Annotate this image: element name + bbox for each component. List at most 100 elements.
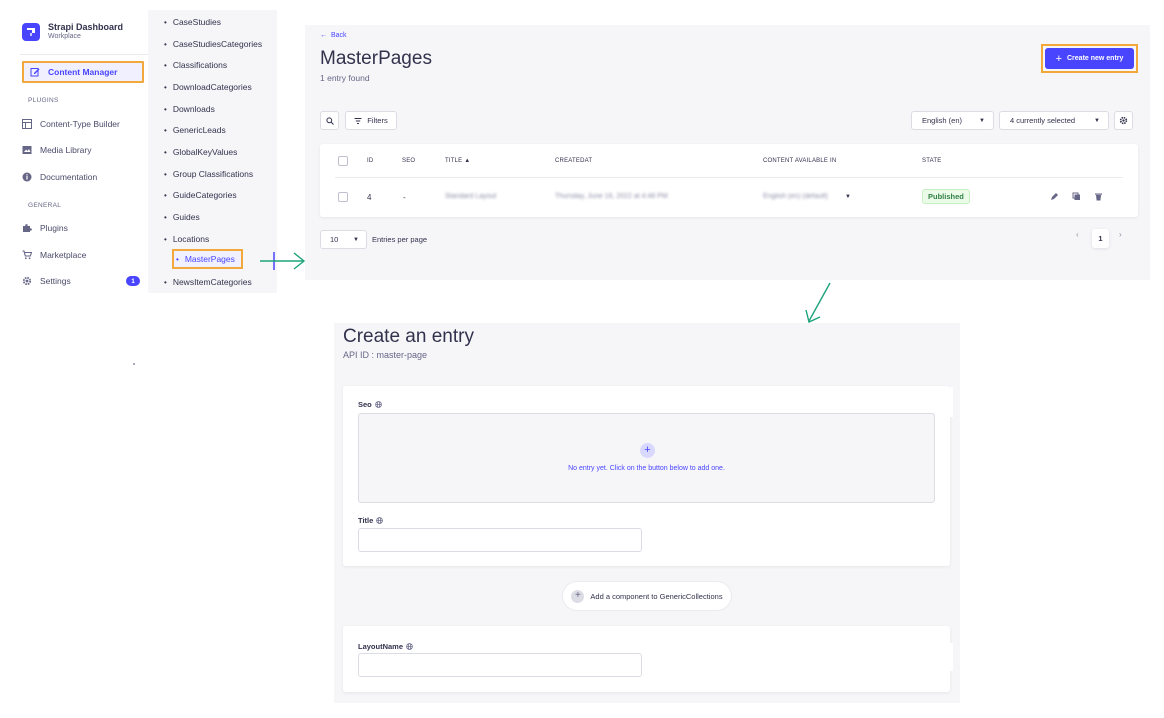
- duplicate-icon[interactable]: [1072, 192, 1081, 201]
- collection-item-casestudiescategories[interactable]: CaseStudiesCategories: [164, 36, 262, 52]
- search-button[interactable]: [320, 111, 339, 130]
- sidebar-item-content-type-builder[interactable]: Content-Type Builder: [22, 113, 144, 135]
- brand-name: Strapi Dashboard: [48, 22, 124, 32]
- sidebar-item-documentation[interactable]: Documentation: [22, 166, 144, 188]
- table-header-row: ID SEO TITLE ▲ CREATEDAT CONTENT AVAILAB…: [335, 144, 1123, 178]
- seo-component-empty-state: + No entry yet. Click on the button belo…: [358, 413, 935, 503]
- collection-item-casestudies[interactable]: CaseStudies: [164, 14, 221, 30]
- collection-item-group-classifications[interactable]: Group Classifications: [164, 166, 253, 182]
- image-icon: [22, 145, 32, 155]
- layout-name-field-label: LayoutName: [358, 642, 413, 651]
- layout-name-card: LayoutName: [343, 626, 950, 692]
- collection-item-locations[interactable]: Locations: [164, 231, 209, 247]
- pen-document-icon: [30, 67, 40, 77]
- brand-workspace: Workplace: [48, 33, 81, 40]
- create-button-label: Create new entry: [1067, 55, 1124, 62]
- entries-per-page-select[interactable]: 10 ▼: [320, 230, 367, 249]
- sidebar-item-label: Settings: [40, 276, 71, 286]
- columns-select[interactable]: 4 currently selected ▼: [999, 111, 1109, 130]
- globe-icon: [374, 401, 382, 408]
- sidebar-item-plugins[interactable]: Plugins: [22, 217, 144, 239]
- right-edge-mark: [950, 643, 953, 671]
- status-badge: Published: [922, 189, 970, 204]
- sidebar-divider: [20, 54, 148, 55]
- layout-name-input[interactable]: [358, 653, 642, 677]
- right-edge-mark: [950, 387, 953, 417]
- entry-count: 1 entry found: [320, 73, 370, 83]
- next-page-button[interactable]: ›: [1119, 230, 1122, 239]
- layout-icon: [22, 119, 32, 129]
- header-title[interactable]: TITLE ▲: [445, 158, 470, 164]
- header-createdat[interactable]: CREATEDAT: [555, 158, 592, 164]
- sidebar-item-label: Marketplace: [40, 250, 87, 260]
- caret-down-icon: ▼: [1094, 117, 1100, 124]
- main-sidebar: Strapi Dashboard Workplace Content Manag…: [10, 10, 148, 295]
- per-page-value: 10: [330, 235, 339, 244]
- layout-label-text: LayoutName: [358, 642, 404, 651]
- row-id: 4: [367, 193, 372, 202]
- page-title: MasterPages: [320, 48, 432, 69]
- columns-value: 4 currently selected: [1010, 116, 1076, 125]
- entries-table: ID SEO TITLE ▲ CREATEDAT CONTENT AVAILAB…: [320, 144, 1138, 217]
- trash-icon[interactable]: [1094, 192, 1103, 201]
- seo-title-card: Seo + No entry yet. Click on the button …: [343, 386, 950, 566]
- list-settings-button[interactable]: [1114, 111, 1133, 130]
- title-field-label: Title: [358, 516, 384, 525]
- title-input[interactable]: [358, 528, 642, 552]
- add-seo-button[interactable]: +: [640, 443, 655, 458]
- sidebar-item-label: Plugins: [40, 223, 68, 233]
- filter-icon: [354, 117, 362, 124]
- create-new-entry-button[interactable]: + Create new entry: [1045, 48, 1134, 69]
- row-content-available: English (en) (default): [763, 193, 828, 200]
- info-icon: [22, 172, 32, 182]
- plus-icon: +: [571, 589, 585, 603]
- sidebar-item-label: Documentation: [40, 172, 98, 182]
- edit-icon[interactable]: [1050, 192, 1059, 201]
- collection-item-guidecategories[interactable]: GuideCategories: [164, 187, 237, 203]
- collection-item-masterpages[interactable]: MasterPages: [172, 249, 243, 269]
- gear-icon: [22, 276, 32, 286]
- sidebar-item-label: Content Manager: [48, 67, 118, 77]
- select-all-checkbox[interactable]: [338, 156, 348, 166]
- collection-item-globalkeyvalues[interactable]: GlobalKeyValues: [164, 144, 238, 160]
- sidebar-item-content-manager[interactable]: Content Manager: [22, 61, 144, 83]
- collection-item-classifications[interactable]: Classifications: [164, 57, 227, 73]
- empty-state-text: No entry yet. Click on the button below …: [568, 465, 725, 472]
- locale-select[interactable]: English (en) ▼: [911, 111, 994, 130]
- current-page-button[interactable]: 1: [1092, 229, 1109, 248]
- add-component-button[interactable]: + Add a component to GenericCollections: [562, 581, 732, 611]
- back-label: Back: [331, 32, 347, 39]
- collection-item-guides[interactable]: Guides: [164, 209, 200, 225]
- masterpages-list-view: ← Back MasterPages 1 entry found + Creat…: [305, 25, 1150, 280]
- filters-button[interactable]: Filters: [345, 111, 397, 130]
- sidebar-item-media-library[interactable]: Media Library: [22, 139, 144, 161]
- seo-label-text: Seo: [358, 400, 372, 409]
- settings-badge: 1: [126, 276, 140, 286]
- header-id[interactable]: ID: [367, 158, 373, 164]
- previous-page-button[interactable]: ‹: [1076, 230, 1079, 239]
- seo-field-label: Seo: [358, 400, 382, 409]
- sidebar-item-marketplace[interactable]: Marketplace: [22, 244, 144, 266]
- create-entry-title: Create an entry: [343, 326, 474, 347]
- globe-icon: [376, 517, 384, 524]
- sidebar-section-plugins: PLUGINS: [28, 97, 59, 104]
- header-state: STATE: [922, 158, 942, 164]
- down-arrow-annotation: [805, 282, 831, 323]
- collection-item-downloads[interactable]: Downloads: [164, 101, 215, 117]
- back-link[interactable]: ← Back: [320, 32, 347, 39]
- locale-value: English (en): [922, 116, 963, 125]
- header-seo[interactable]: SEO: [402, 158, 415, 164]
- caret-down-icon[interactable]: ▼: [845, 194, 851, 200]
- sort-up-icon: ▲: [464, 158, 471, 164]
- sidebar-item-label: Media Library: [40, 145, 92, 155]
- collection-item-newsitemcategories[interactable]: NewsItemCategories: [164, 274, 252, 290]
- collection-item-downloadcategories[interactable]: DownloadCategories: [164, 79, 252, 95]
- collection-item-genericleads[interactable]: GenericLeads: [164, 122, 226, 138]
- plus-icon: +: [1055, 52, 1062, 65]
- add-component-label: Add a component to GenericCollections: [590, 591, 723, 601]
- row-checkbox[interactable]: [338, 192, 348, 202]
- create-button-highlight: + Create new entry: [1041, 44, 1138, 73]
- sidebar-item-settings[interactable]: Settings 1: [22, 270, 144, 292]
- brand[interactable]: Strapi Dashboard Workplace: [22, 22, 123, 41]
- api-id: API ID : master-page: [343, 350, 428, 360]
